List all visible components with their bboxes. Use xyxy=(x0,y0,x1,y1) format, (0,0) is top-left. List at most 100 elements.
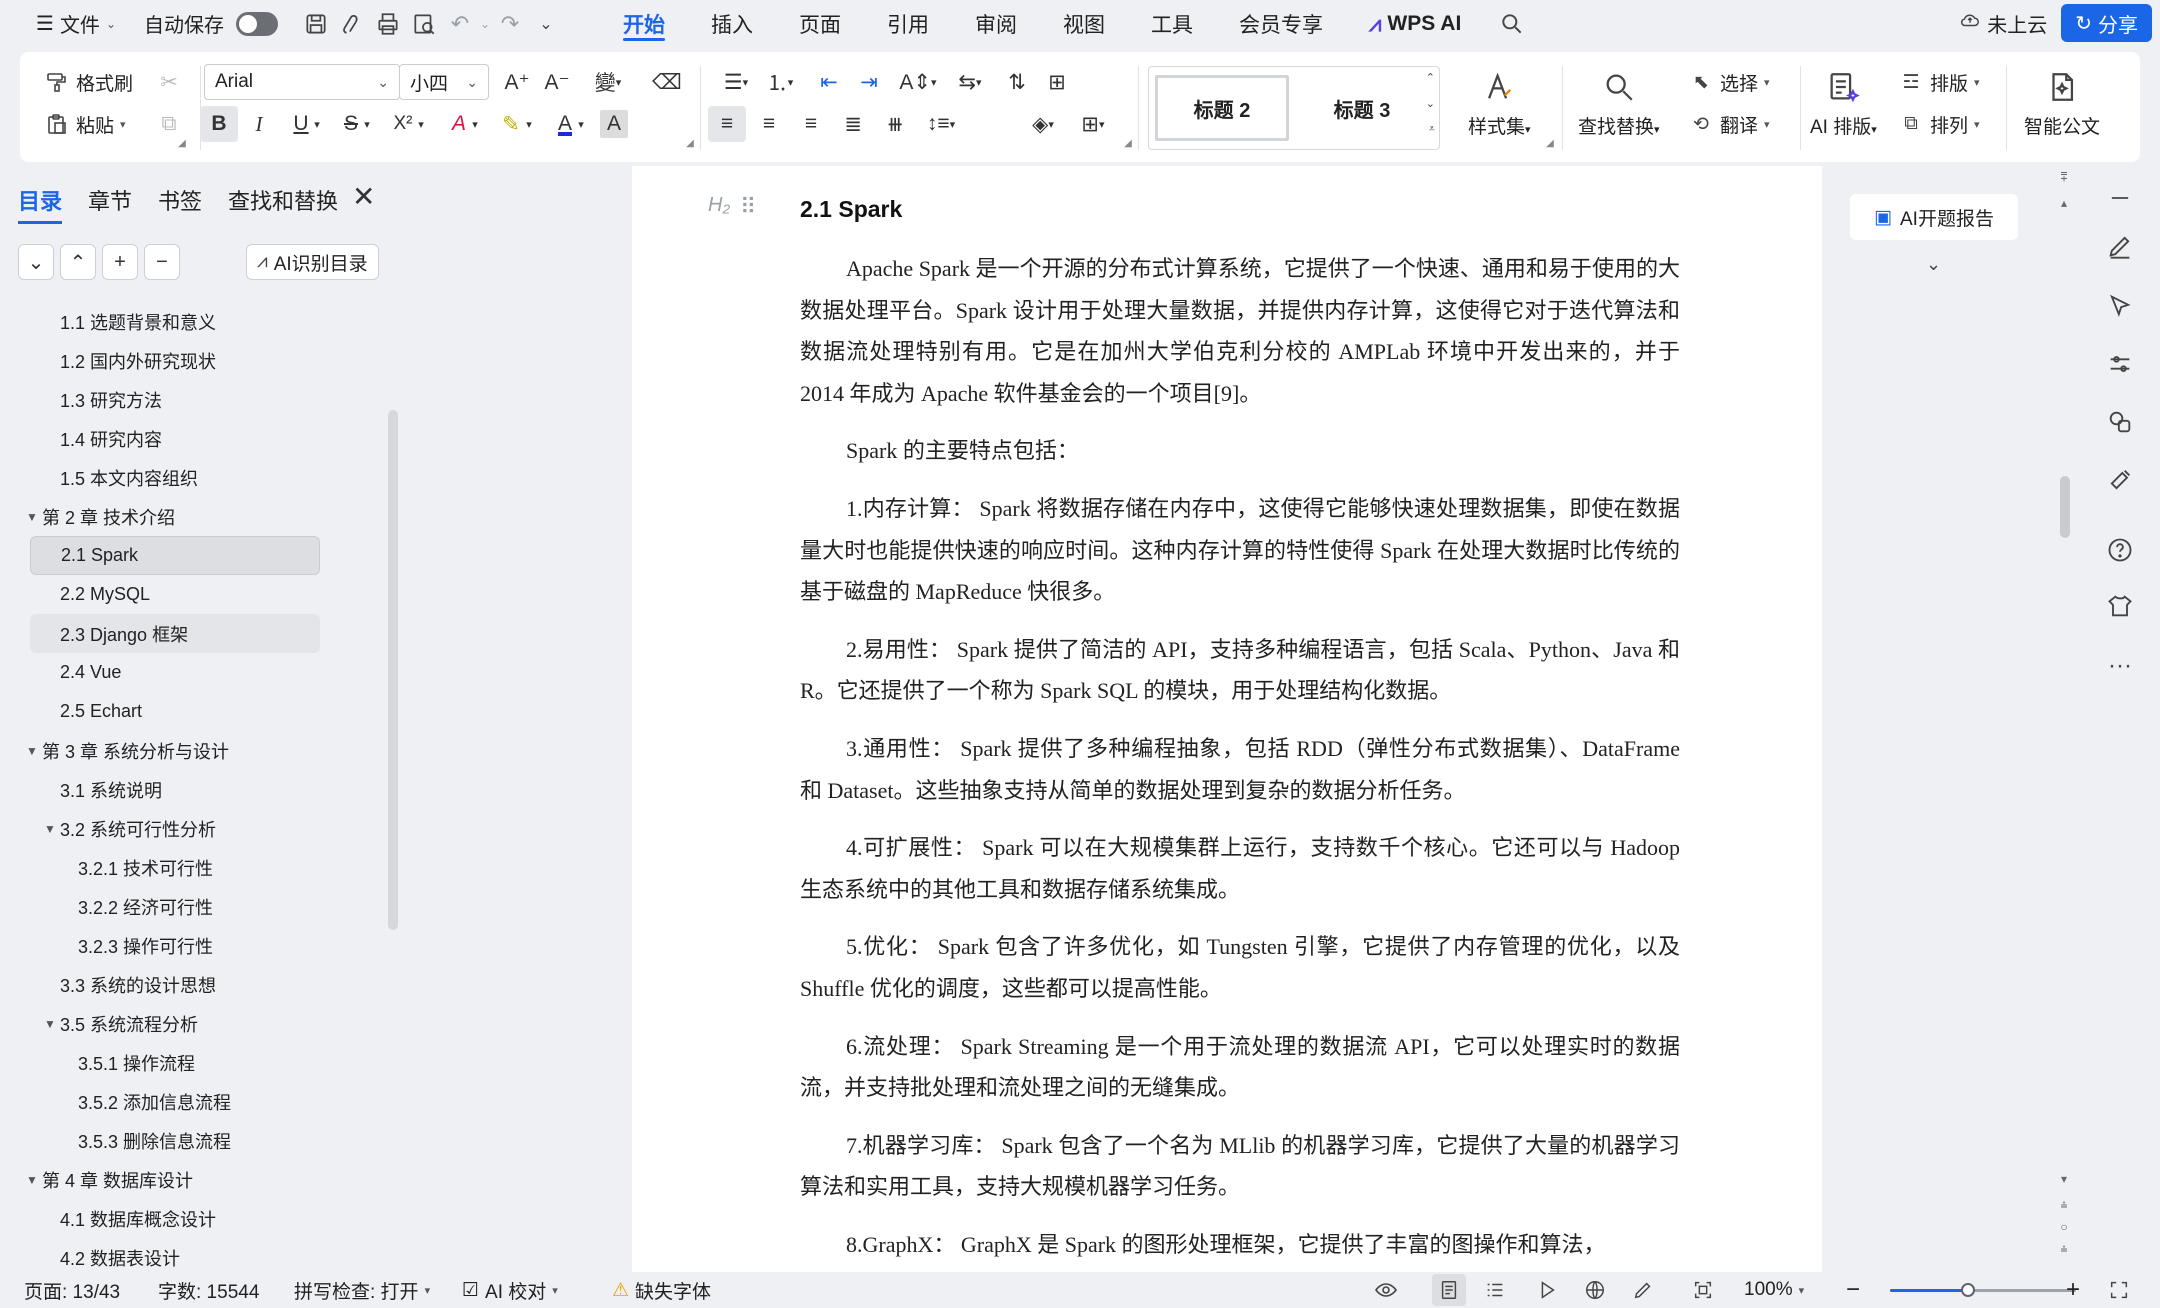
style-heading-2[interactable]: 标题 2 xyxy=(1155,75,1289,141)
nav-tab-bookmarks[interactable]: 书签 xyxy=(158,184,202,216)
prev-page-icon[interactable]: ⩮ xyxy=(2056,1198,2072,1213)
paste-button[interactable]: 粘贴 ▾ xyxy=(44,106,126,142)
write-mode-icon[interactable] xyxy=(1632,1272,1654,1308)
heading-level-tag[interactable]: H₂ xyxy=(708,194,730,217)
help-icon[interactable] xyxy=(2100,530,2140,570)
toc-item[interactable]: 2.4 Vue xyxy=(42,653,384,692)
word-count[interactable]: 字数: 15544 xyxy=(158,1272,259,1308)
italic-button[interactable]: I xyxy=(240,106,278,142)
expand-up-button[interactable]: ⌃ xyxy=(60,244,96,280)
phonetic-icon[interactable]: 變 ▾ xyxy=(586,64,630,100)
toc-item[interactable]: 3.2.3 操作可行性 xyxy=(42,926,384,965)
tab-home[interactable]: 开始 xyxy=(600,0,688,47)
play-icon[interactable] xyxy=(1536,1272,1558,1308)
align-center-button[interactable]: ≡ xyxy=(750,106,788,142)
tab-page[interactable]: 页面 xyxy=(776,0,864,47)
font-size-select[interactable]: 小四 ⌄ xyxy=(399,64,489,100)
cut-icon[interactable]: ✂ xyxy=(150,64,188,100)
gallery-expand-icon[interactable]: ⩡ xyxy=(1429,123,1435,136)
toc-item[interactable]: 3.5.1 操作流程 xyxy=(42,1043,384,1082)
fit-page-icon[interactable] xyxy=(1692,1272,1714,1308)
page-view-icon[interactable] xyxy=(1432,1274,1466,1306)
nav-tab-sections[interactable]: 章节 xyxy=(88,184,132,216)
gallery-scroll-down-icon[interactable]: ⌄ xyxy=(1426,97,1435,110)
styles-launcher-icon[interactable]: ◢ xyxy=(1544,136,1556,150)
zoom-slider[interactable] xyxy=(1890,1283,2076,1297)
gallery-scroll-up-icon[interactable]: ⌃ xyxy=(1426,71,1435,84)
select-button[interactable]: ⬉ 选择 ▾ xyxy=(1688,64,1770,100)
cloud-status[interactable]: 未上云 xyxy=(1959,9,2047,38)
more-quick-icon[interactable]: ⌄ xyxy=(528,6,564,42)
numbered-list-icon[interactable]: ⒈ ▾ xyxy=(758,64,802,100)
toc-item[interactable]: 3.2.2 经济可行性 xyxy=(42,887,384,926)
toc-item[interactable]: 1.3 研究方法 xyxy=(42,380,384,419)
tab-view[interactable]: 视图 xyxy=(1040,0,1128,47)
clipboard-launcher-icon[interactable]: ◢ xyxy=(176,136,188,150)
undo-dropdown-icon[interactable]: ⌄ xyxy=(478,6,492,42)
close-icon[interactable]: ✕ xyxy=(352,180,375,213)
increase-indent-icon[interactable]: ⇥ xyxy=(850,64,888,100)
character-shading-icon[interactable]: A xyxy=(600,110,628,138)
toc-item[interactable]: ▼ 3.2 系统可行性分析 xyxy=(42,809,384,848)
toc-item[interactable]: 3.1 系统说明 xyxy=(42,770,384,809)
align-right-button[interactable]: ≡ xyxy=(792,106,830,142)
shirt-skin-icon[interactable] xyxy=(2100,586,2140,626)
highlight-dropdown-icon[interactable]: ▾ xyxy=(520,106,538,142)
justify-button[interactable]: ≣ xyxy=(834,106,872,142)
distributed-align-button[interactable]: ⧻ xyxy=(876,106,914,142)
next-page-icon[interactable]: ⩮ xyxy=(2056,1242,2072,1257)
nav-tab-find-replace[interactable]: 查找和替换 xyxy=(228,184,338,216)
font-name-select[interactable]: Arial ⌄ xyxy=(204,64,400,100)
collapse-all-button[interactable]: ⌄ xyxy=(18,244,54,280)
strikethrough-dropdown-icon[interactable]: ▾ xyxy=(358,106,376,142)
paste-dropdown-icon[interactable]: ▾ xyxy=(120,118,126,131)
paragraph-launcher-icon[interactable]: ◢ xyxy=(1122,136,1134,150)
paragraph[interactable]: 3.通用性： Spark 提供了多种编程抽象，包括 RDD（弹性分布式数据集）、… xyxy=(800,728,1680,811)
smart-doc-button[interactable]: 智能公文 xyxy=(2024,68,2100,139)
toc-item[interactable]: 1.4 研究内容 xyxy=(42,419,384,458)
tab-tools[interactable]: 工具 xyxy=(1128,0,1216,47)
toc-item[interactable]: ▼ 第 2 章 技术介绍 xyxy=(26,497,384,536)
translate-button[interactable]: ⟲ 翻译 ▾ xyxy=(1688,106,1770,142)
paragraph[interactable]: Apache Spark 是一个开源的分布式计算系统，它提供了一个快速、通用和易… xyxy=(800,248,1680,414)
tab-references[interactable]: 引用 xyxy=(864,0,952,47)
missing-font-button[interactable]: ⚠ 缺失字体 xyxy=(612,1272,711,1308)
toc-item[interactable]: 2.2 MySQL xyxy=(42,575,384,614)
spellcheck-toggle[interactable]: 拼写检查: 打开 ▾ xyxy=(294,1272,430,1308)
find-replace-button[interactable]: 查找替换▾ xyxy=(1578,68,1660,139)
decrease-indent-icon[interactable]: ⇤ xyxy=(810,64,848,100)
paragraph[interactable]: 1.内存计算： Spark 将数据存储在内存中，这使得它能够快速处理数据集，即使… xyxy=(800,488,1680,613)
minimize-panel-icon[interactable] xyxy=(2100,178,2140,218)
autosave-toggle[interactable]: 自动保存 xyxy=(134,0,288,47)
toc-item[interactable]: 3.2.1 技术可行性 xyxy=(42,848,384,887)
underline-dropdown-icon[interactable]: ▾ xyxy=(308,106,326,142)
print-icon[interactable] xyxy=(370,6,406,42)
toc-item[interactable]: 3.3 系统的设计思想 xyxy=(42,965,384,1004)
toc-item[interactable]: ▼ 第 3 章 系统分析与设计 xyxy=(26,731,384,770)
tab-wps-ai[interactable]: ⩘ WPS AI xyxy=(1346,0,1484,47)
expand-triangle-icon[interactable]: ▼ xyxy=(26,510,38,524)
autosave-switch[interactable] xyxy=(236,11,278,36)
scroll-down-icon[interactable]: ▾ xyxy=(2056,1172,2072,1186)
nav-scrollbar[interactable] xyxy=(388,410,398,930)
format-painter-button[interactable]: 格式刷 xyxy=(44,64,133,100)
styles-button[interactable]: 样式集▾ xyxy=(1468,68,1531,139)
grow-font-icon[interactable]: A⁺ xyxy=(498,64,536,100)
toc-item[interactable]: 1.1 选题背景和意义 xyxy=(42,302,384,341)
expand-triangle-icon[interactable]: ▼ xyxy=(26,1173,38,1187)
browse-object-icon[interactable]: ○ xyxy=(2056,1220,2072,1234)
paragraph[interactable]: 2.易用性： Spark 提供了简洁的 API，支持多种编程语言，包括 Scal… xyxy=(800,629,1680,712)
file-menu[interactable]: ☰ 文件 ⌄ xyxy=(26,0,126,47)
export-pdf-icon[interactable] xyxy=(334,6,370,42)
toc-item[interactable]: 1.5 本文内容组织 xyxy=(42,458,384,497)
expand-triangle-icon[interactable]: ▼ xyxy=(44,1017,56,1031)
document-body[interactable]: Apache Spark 是一个开源的分布式计算系统，它提供了一个快速、通用和易… xyxy=(800,248,1680,1265)
page-indicator[interactable]: 页面: 13/43 xyxy=(24,1272,120,1308)
document-page[interactable]: H₂ ⠿ 2.1 Spark Apache Spark 是一个开源的分布式计算系… xyxy=(632,166,1822,1272)
chevron-down-icon[interactable]: ⌄ xyxy=(1926,254,1941,275)
search-icon[interactable] xyxy=(1494,6,1530,42)
nav-tab-toc[interactable]: 目录 xyxy=(18,184,63,224)
paragraph[interactable]: 4.可扩展性： Spark 可以在大规模集群上运行，支持数千个核心。它还可以与 … xyxy=(800,827,1680,910)
tab-review[interactable]: 审阅 xyxy=(952,0,1040,47)
more-icon[interactable]: ··· xyxy=(2100,646,2140,686)
